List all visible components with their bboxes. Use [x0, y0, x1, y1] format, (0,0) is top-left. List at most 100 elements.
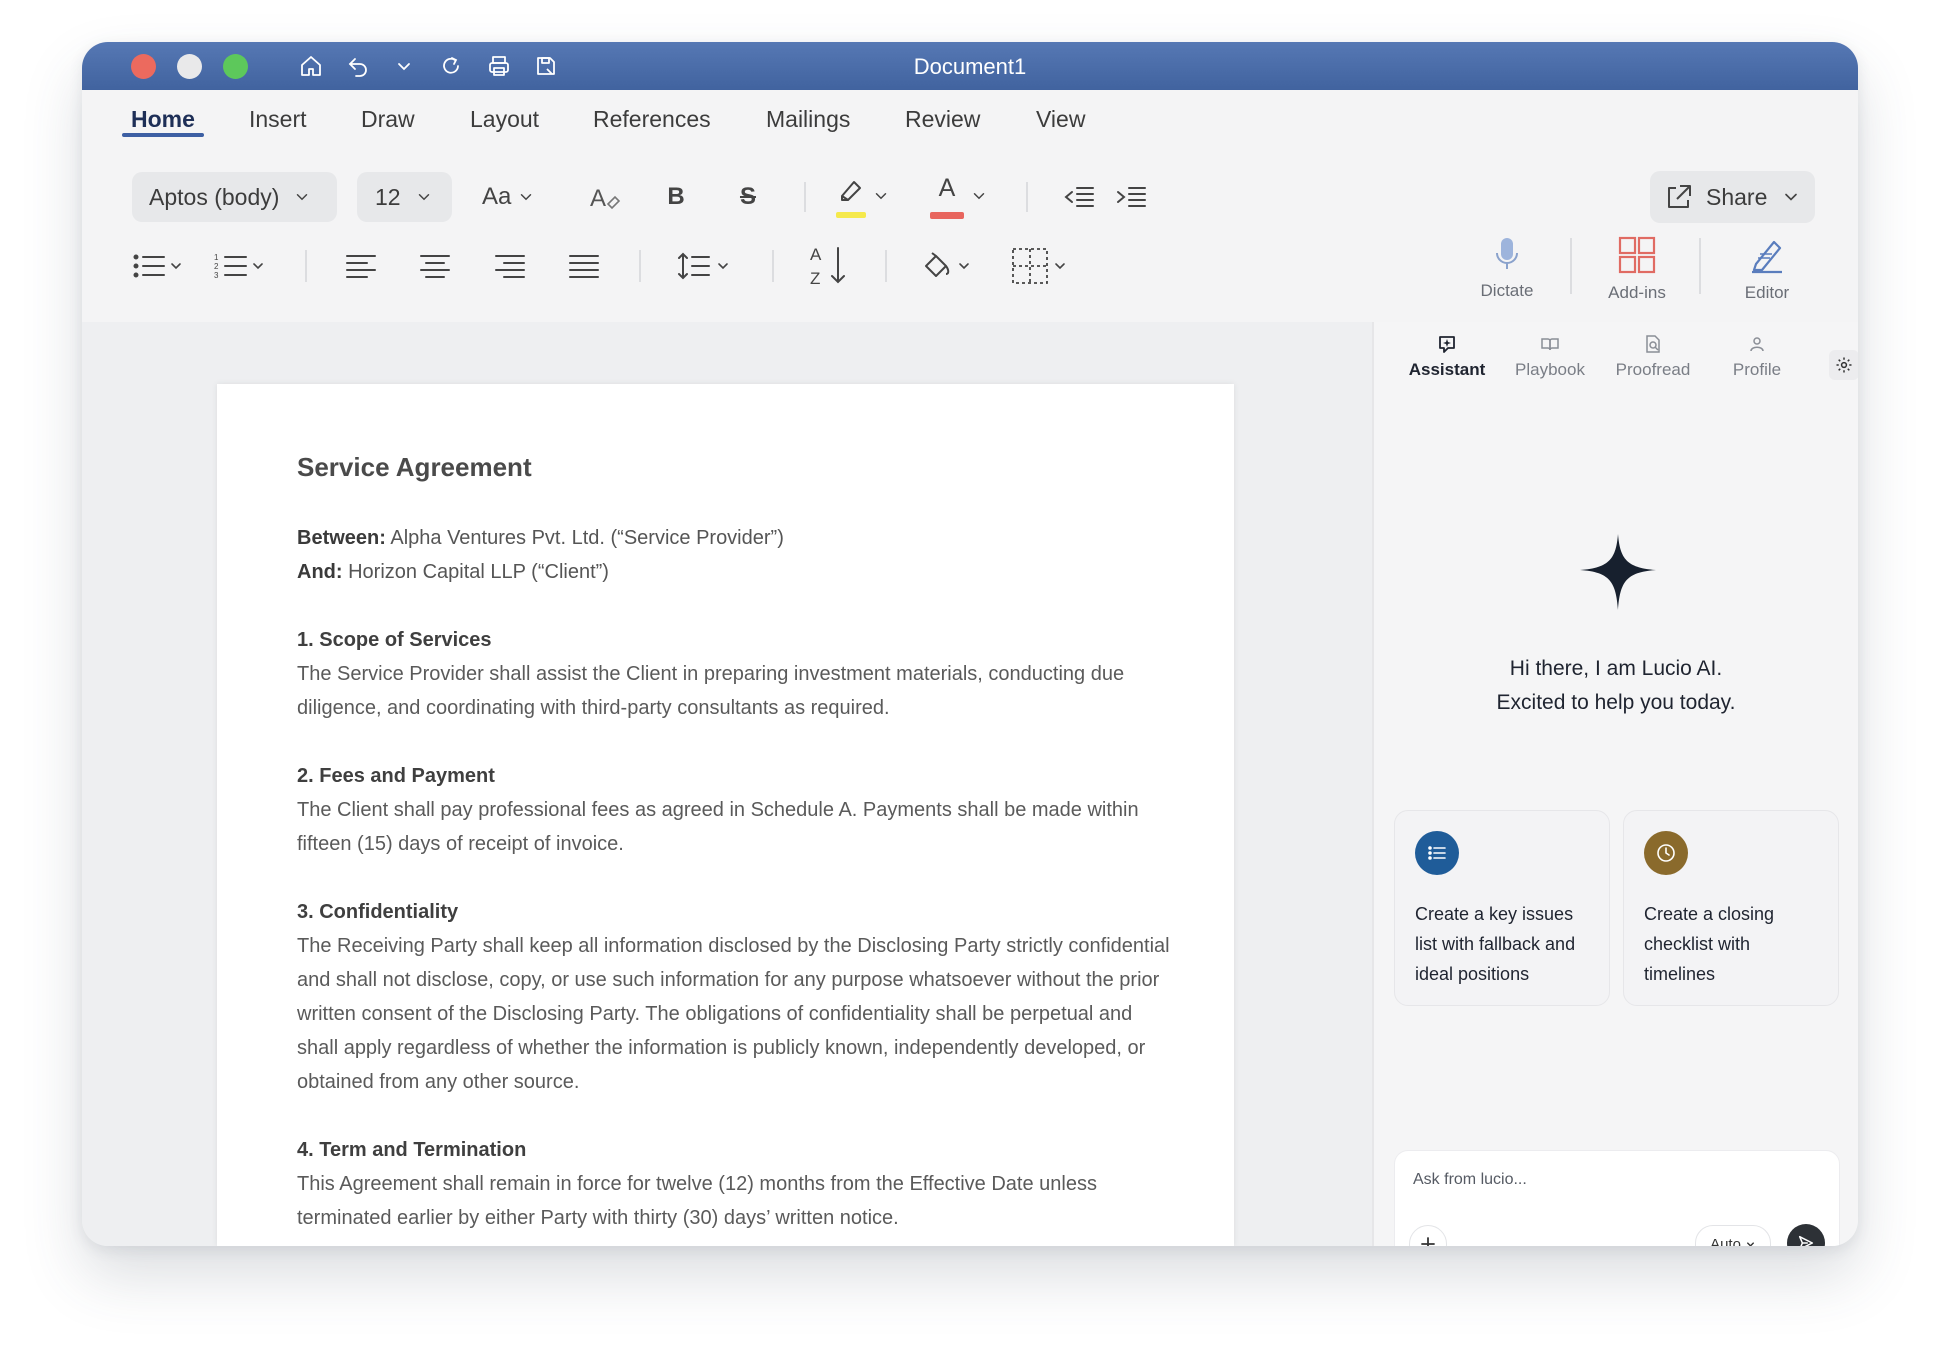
- tab-home[interactable]: Home: [131, 106, 195, 133]
- shading-button[interactable]: [920, 246, 972, 286]
- chat-composer[interactable]: Ask from lucio... Auto: [1394, 1150, 1840, 1246]
- ribbon-divider: [772, 250, 774, 282]
- clear-formatting-button[interactable]: A: [587, 180, 623, 214]
- font-size-value: 12: [375, 183, 401, 210]
- clock-icon: [1644, 831, 1688, 875]
- svg-text:3: 3: [214, 271, 219, 280]
- align-left-icon: [346, 255, 376, 278]
- tab-layout[interactable]: Layout: [470, 106, 539, 133]
- sort-az-icon: AZ: [810, 245, 845, 288]
- plus-icon: [1421, 1237, 1435, 1246]
- numbered-list-icon: 123: [214, 253, 247, 280]
- suggestion-card-text: Create a key issues list with fallback a…: [1415, 904, 1576, 984]
- bold-button[interactable]: B: [661, 180, 691, 214]
- model-select-value: Auto: [1710, 1235, 1741, 1247]
- suggestion-card-text: Create a closing checklist with timeline…: [1644, 904, 1775, 984]
- svg-text:Z: Z: [810, 269, 820, 288]
- panel-tab-profile[interactable]: Profile: [1707, 334, 1807, 380]
- justify-button[interactable]: [567, 250, 601, 282]
- borders-button[interactable]: [1010, 246, 1068, 286]
- decrease-indent-icon: [1064, 187, 1094, 207]
- title-bar: Document1: [82, 42, 1858, 90]
- assistant-icon: [1439, 336, 1455, 353]
- suggestion-card[interactable]: Create a closing checklist with timeline…: [1623, 810, 1839, 1006]
- panel-tab-assistant[interactable]: Assistant: [1397, 334, 1497, 380]
- font-size-dropdown[interactable]: 12: [357, 172, 452, 222]
- numbered-list-button[interactable]: 123: [214, 246, 266, 286]
- ribbon-divider: [885, 250, 887, 282]
- bold-label: B: [667, 183, 685, 210]
- clear-formatting-icon: A: [590, 185, 621, 212]
- editor-button[interactable]: Editor: [1717, 236, 1817, 303]
- svg-text:1: 1: [214, 253, 219, 262]
- chat-input[interactable]: Ask from lucio...: [1413, 1171, 1527, 1189]
- add-ins-button[interactable]: Add-ins: [1587, 236, 1687, 303]
- decrease-indent-button[interactable]: [1062, 180, 1096, 214]
- sort-button[interactable]: AZ: [807, 242, 851, 288]
- strikethrough-button[interactable]: S: [733, 180, 763, 214]
- section-title: 2. Fees and Payment: [297, 765, 495, 787]
- send-button[interactable]: [1787, 1224, 1825, 1246]
- section-title: 1. Scope of Services: [297, 629, 492, 651]
- share-button[interactable]: Share: [1650, 171, 1815, 223]
- document-page[interactable]: Service Agreement Between: Alpha Venture…: [217, 384, 1234, 1246]
- bullet-list-button[interactable]: [132, 246, 184, 286]
- section-title: 3. Confidentiality: [297, 901, 459, 923]
- chevron-down-icon: [1055, 263, 1065, 270]
- font-name-dropdown[interactable]: Aptos (body): [132, 172, 337, 222]
- section-body: The Client shall pay professional fees a…: [297, 799, 1139, 855]
- between-value: Alpha Ventures Pvt. Ltd. (“Service Provi…: [390, 527, 784, 549]
- word-window: Document1 Home Insert Draw Layout Refere…: [82, 42, 1858, 1246]
- svg-text:A: A: [590, 185, 606, 212]
- suggestion-card[interactable]: Create a key issues list with fallback a…: [1394, 810, 1610, 1006]
- lucio-assistant-panel: Assistant Playbook Proofread Profile Hi …: [1372, 322, 1858, 1246]
- bullet-list-icon: [133, 254, 165, 278]
- tab-references[interactable]: References: [593, 106, 711, 133]
- increase-indent-button[interactable]: [1114, 180, 1148, 214]
- and-label: And:: [297, 561, 343, 583]
- add-attachment-button[interactable]: [1409, 1225, 1447, 1246]
- panel-tab-playbook[interactable]: Playbook: [1500, 334, 1600, 380]
- justify-icon: [569, 255, 599, 278]
- ribbon-divider: [1026, 182, 1028, 212]
- chevron-down-icon: [973, 193, 985, 200]
- section-body: The Service Provider shall assist the Cl…: [297, 663, 1125, 719]
- list-icon: [1415, 831, 1459, 875]
- editor-pen-icon: [1752, 240, 1782, 274]
- strikethrough-label: S: [739, 183, 756, 210]
- tab-insert[interactable]: Insert: [249, 106, 307, 133]
- between-label: Between:: [297, 527, 386, 549]
- assistant-greeting: Hi there, I am Lucio AI. Excited to help…: [1394, 652, 1838, 720]
- model-select[interactable]: Auto: [1695, 1225, 1771, 1246]
- chevron-down-icon: [171, 263, 181, 270]
- ribbon-divider: [1699, 238, 1701, 294]
- highlighter-icon: [834, 174, 868, 218]
- font-color-button[interactable]: A: [930, 174, 988, 219]
- align-right-button[interactable]: [493, 250, 527, 282]
- font-color-icon: A: [930, 174, 964, 219]
- tab-view[interactable]: View: [1036, 106, 1085, 133]
- tab-mailings[interactable]: Mailings: [766, 106, 850, 133]
- panel-tab-label: Proofread: [1615, 360, 1691, 379]
- line-spacing-button[interactable]: [677, 246, 731, 286]
- send-icon: [1798, 1235, 1814, 1246]
- panel-settings-button[interactable]: [1829, 350, 1858, 380]
- tab-review[interactable]: Review: [905, 106, 980, 133]
- lucio-sparkle-logo-icon: [1580, 534, 1656, 610]
- align-left-button[interactable]: [344, 250, 378, 282]
- panel-tab-proofread[interactable]: Proofread: [1603, 334, 1703, 380]
- change-case-button[interactable]: Aa: [482, 180, 535, 214]
- tab-draw[interactable]: Draw: [361, 106, 415, 133]
- align-center-button[interactable]: [418, 250, 452, 282]
- change-case-label: Aa: [482, 183, 512, 210]
- share-label: Share: [1706, 183, 1768, 210]
- line-spacing-icon: [678, 252, 710, 280]
- dictate-button[interactable]: Dictate: [1457, 236, 1557, 301]
- section-title: 4. Term and Termination: [297, 1139, 527, 1161]
- chevron-down-icon: [718, 263, 728, 270]
- panel-tab-label: Profile: [1732, 360, 1782, 379]
- svg-text:A: A: [810, 245, 822, 264]
- highlight-color-button[interactable]: [834, 174, 890, 218]
- proofread-icon: [1646, 335, 1660, 353]
- chevron-down-icon: [297, 194, 308, 201]
